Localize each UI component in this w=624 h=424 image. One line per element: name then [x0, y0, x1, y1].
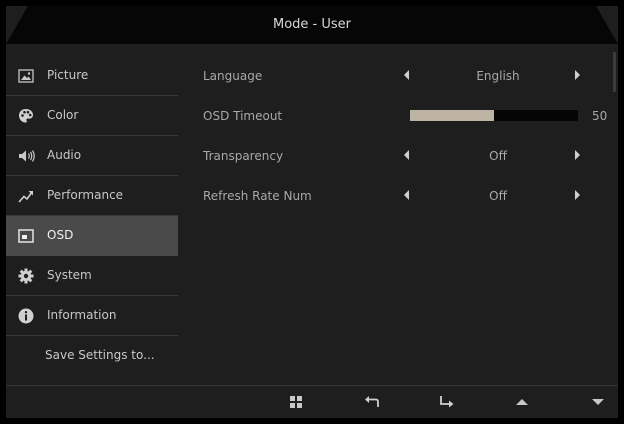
setting-value: English: [476, 69, 520, 83]
down-icon[interactable]: [589, 394, 607, 410]
sidebar-item-label: Save Settings to...: [45, 348, 155, 362]
gear-icon: [18, 268, 34, 284]
arrow-left-icon[interactable]: [404, 150, 409, 160]
setting-transparency[interactable]: Transparency Off: [178, 136, 618, 176]
osd-window: Mode - User Picture Color Audio Performa…: [6, 6, 618, 418]
setting-value: Off: [489, 149, 507, 163]
setting-label: Refresh Rate Num: [203, 189, 312, 203]
info-icon: [18, 308, 34, 324]
picture-icon: [18, 68, 34, 84]
arrow-right-icon[interactable]: [575, 190, 580, 200]
arrow-left-icon[interactable]: [404, 190, 409, 200]
sidebar-item-label: Performance: [47, 188, 124, 202]
sidebar-menu: Picture Color Audio Performance OSD Syst…: [6, 56, 178, 375]
setting-label: OSD Timeout: [203, 109, 283, 123]
menu-grid-icon[interactable]: [287, 394, 305, 410]
sidebar-item-save-settings[interactable]: Save Settings to...: [6, 336, 178, 375]
setting-label: Language: [203, 69, 263, 83]
settings-panel: Language English OSD Timeout 50 Transpar…: [178, 56, 618, 216]
sidebar-item-color[interactable]: Color: [6, 96, 178, 136]
setting-language[interactable]: Language English: [178, 56, 618, 96]
setting-osd-timeout[interactable]: OSD Timeout 50: [178, 96, 618, 136]
sidebar-item-performance[interactable]: Performance: [6, 176, 178, 216]
trend-icon: [18, 188, 34, 204]
slider-fill: [410, 110, 494, 121]
sidebar-item-system[interactable]: System: [6, 256, 178, 296]
sidebar-item-osd[interactable]: OSD: [6, 216, 178, 256]
sidebar-item-label: OSD: [47, 228, 74, 242]
sidebar-item-information[interactable]: Information: [6, 296, 178, 336]
arrow-right-icon[interactable]: [575, 150, 580, 160]
osd-header: Mode - User: [6, 6, 618, 44]
setting-value: 50: [592, 109, 608, 123]
arrow-right-icon[interactable]: [575, 70, 580, 80]
back-icon[interactable]: [363, 394, 381, 410]
setting-refresh-rate-num[interactable]: Refresh Rate Num Off: [178, 176, 618, 216]
osd-timeout-slider[interactable]: [410, 110, 578, 121]
footer-button-bar: [6, 386, 618, 418]
arrow-left-icon[interactable]: [404, 70, 409, 80]
speaker-icon: [18, 148, 35, 164]
up-icon[interactable]: [513, 394, 531, 410]
palette-icon: [18, 108, 34, 124]
scrollbar[interactable]: [613, 52, 616, 92]
setting-label: Transparency: [203, 149, 284, 163]
sidebar-item-label: Color: [47, 108, 79, 122]
sidebar-item-label: Information: [47, 308, 117, 322]
enter-icon[interactable]: [438, 394, 456, 410]
sidebar-item-label: System: [47, 268, 92, 282]
sidebar-item-picture[interactable]: Picture: [6, 56, 178, 96]
sidebar-item-label: Picture: [47, 68, 89, 82]
sidebar-item-audio[interactable]: Audio: [6, 136, 178, 176]
sidebar-item-label: Audio: [47, 148, 82, 162]
page-title: Mode - User: [272, 17, 351, 32]
osd-icon: [18, 228, 34, 244]
setting-value: Off: [489, 189, 507, 203]
